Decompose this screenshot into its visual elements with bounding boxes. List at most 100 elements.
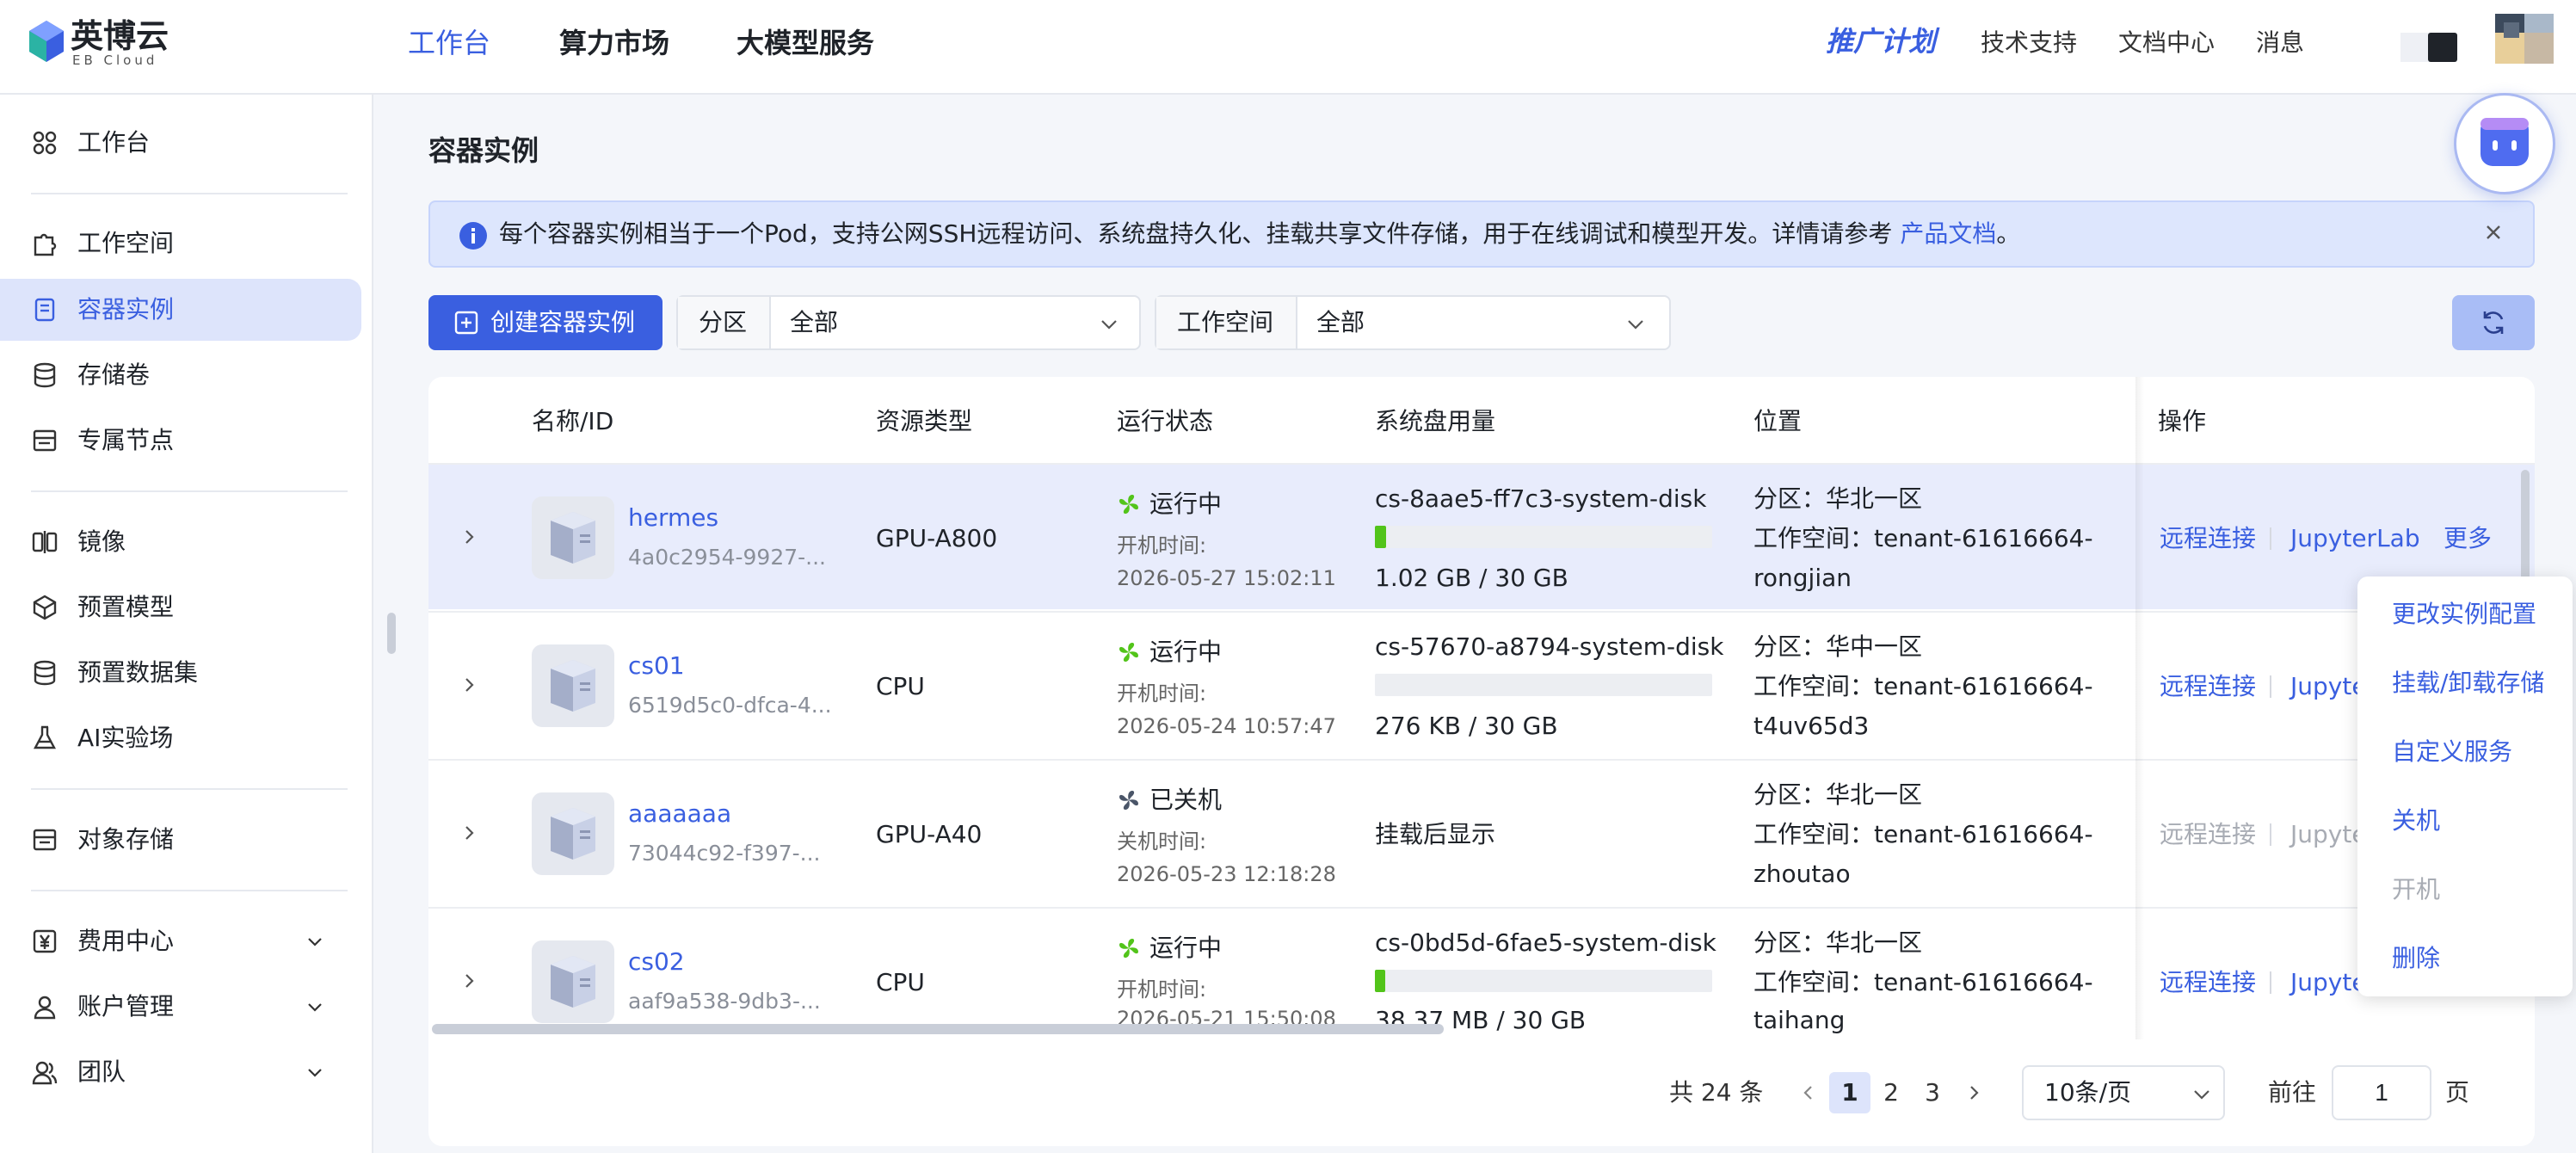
remote-connect-link: 远程连接 [2160, 820, 2257, 848]
sidebar-item-label: AI实验场 [77, 724, 174, 752]
time-value: 2026-05-23 12:18:28 [1117, 862, 1336, 886]
sidebar-item-workbench[interactable]: 工作台 [0, 112, 361, 174]
sidebar-item-account[interactable]: 账户管理 [0, 976, 361, 1038]
yuan-icon [33, 929, 57, 953]
workspace-filter-select[interactable]: 工作空间 全部 [1155, 295, 1671, 350]
page-title: 容器实例 [428, 134, 539, 167]
menu-item-start: 开机 [2392, 875, 2441, 903]
menu-item-delete[interactable]: 删除 [2392, 941, 2440, 976]
chevron-right-icon[interactable] [461, 528, 478, 546]
chevron-right-icon[interactable] [461, 824, 478, 842]
chevron-right-icon[interactable] [461, 972, 478, 990]
zone-text: 分区：华北一区 [1753, 928, 1923, 957]
sidebar-item-billing[interactable]: 费用中心 [0, 910, 361, 972]
container-icon [34, 298, 55, 322]
sidebar-resize-handle[interactable] [387, 613, 396, 654]
nav-workbench[interactable]: 工作台 [408, 24, 490, 62]
jupyterlab-link: Jupyte [2290, 820, 2367, 848]
zone-filter-select[interactable]: 分区 全部 [676, 295, 1141, 350]
chevron-right-icon[interactable] [461, 676, 478, 694]
workspace-name: taihang [1753, 1006, 1846, 1034]
instance-name-link[interactable]: hermes [628, 501, 718, 535]
workspace-name: zhoutao [1753, 860, 1851, 888]
page-size-value: 10条/页 [2044, 1078, 2132, 1107]
sidebar-item-label: 团队 [77, 1057, 126, 1086]
sidebar-item-label: 存储卷 [77, 361, 151, 389]
instance-name-link[interactable]: cs02 [628, 945, 685, 979]
create-instance-button[interactable]: 创建容器实例 [428, 295, 662, 350]
theme-toggle-dark[interactable] [2428, 33, 2457, 62]
resource-type: CPU [876, 968, 925, 996]
zone-text: 分区：华北一区 [1753, 780, 1923, 809]
workspace-name: rongjian [1753, 564, 1852, 592]
flask-icon [34, 725, 56, 749]
col-header-disk: 系统盘用量 [1375, 407, 1496, 435]
jupyterlab-link[interactable]: Jupyte [2290, 965, 2367, 1000]
remote-connect-link[interactable]: 远程连接 [2160, 521, 2256, 556]
more-actions-link[interactable]: 更多 [2444, 521, 2492, 556]
theme-toggle-light[interactable] [2400, 33, 2430, 62]
menu-item-change-config[interactable]: 更改实例配置 [2392, 597, 2536, 632]
status-badge: 运行中 [1117, 635, 1222, 669]
chevron-down-icon [308, 1003, 322, 1012]
sidebar-item-images[interactable]: 镜像 [0, 511, 361, 573]
chevron-right-icon[interactable] [1965, 1084, 1982, 1101]
jupyterlab-link[interactable]: Jupyte [2290, 669, 2367, 704]
disk-name: cs-0bd5d-6fae5-system-disk [1375, 928, 1716, 957]
menu-item-mount-storage[interactable]: 挂载/卸载存储 [2392, 666, 2544, 700]
team-icon [32, 1061, 58, 1085]
page-3-button[interactable]: 3 [1912, 1072, 1953, 1113]
instance-thumbnail [532, 792, 614, 875]
instance-id: 73044c92-f397-... [628, 841, 821, 866]
fixed-column-shadow [2135, 377, 2144, 1039]
nav-llm-service[interactable]: 大模型服务 [736, 24, 874, 62]
sidebar-item-workspace[interactable]: 工作空间 [0, 213, 361, 274]
product-docs-link[interactable]: 产品文档 [1900, 219, 1996, 248]
tech-support-link[interactable]: 技术支持 [1981, 26, 2077, 60]
chevron-left-icon[interactable] [1800, 1084, 1817, 1101]
sidebar-item-object-storage[interactable]: 对象存储 [0, 809, 361, 871]
assistant-bot-button[interactable] [2454, 93, 2555, 194]
sidebar-item-label: 工作台 [77, 128, 151, 157]
robot-icon [2480, 118, 2529, 166]
goto-page-input[interactable] [2332, 1065, 2431, 1120]
chevron-down-icon [308, 938, 322, 946]
status-badge: 运行中 [1117, 487, 1222, 521]
sidebar-item-preset-datasets[interactable]: 预置数据集 [0, 642, 361, 704]
page-size-select[interactable]: 10条/页 [2022, 1065, 2225, 1120]
sidebar-item-dedicated-nodes[interactable]: 专属节点 [0, 410, 361, 472]
nav-compute-market[interactable]: 算力市场 [559, 24, 669, 62]
workspace-name: t4uv65d3 [1753, 712, 1870, 740]
time-label: 开机时间: [1117, 977, 1207, 1002]
sidebar-item-preset-models[interactable]: 预置模型 [0, 576, 361, 638]
create-instance-label: 创建容器实例 [490, 308, 636, 336]
sidebar-item-storage-volumes[interactable]: 存储卷 [0, 344, 361, 406]
menu-item-shutdown[interactable]: 关机 [2392, 804, 2440, 838]
instance-name-link[interactable]: cs01 [628, 649, 685, 683]
instance-name-link[interactable]: aaaaaaa [628, 797, 731, 831]
brand-subtitle: EB Cloud [72, 52, 158, 68]
resource-type: GPU-A40 [876, 820, 983, 848]
close-icon[interactable] [2480, 219, 2507, 246]
menu-item-custom-service[interactable]: 自定义服务 [2392, 735, 2512, 769]
table-horizontal-scrollbar[interactable] [432, 1024, 1444, 1034]
sidebar-item-ai-lab[interactable]: AI实验场 [0, 707, 361, 769]
sidebar-item-label: 账户管理 [77, 992, 175, 1020]
promo-link[interactable]: 推广计划 [1826, 22, 1936, 60]
jupyterlab-link[interactable]: JupyterLab [2290, 521, 2420, 556]
banner-message: 每个容器实例相当于一个Pod，支持公网SSH远程访问、系统盘持久化、挂载共享文件… [499, 219, 2021, 248]
sidebar-divider [31, 193, 348, 194]
sidebar-item-team[interactable]: 团队 [0, 1041, 361, 1103]
sidebar-item-label: 预置数据集 [77, 658, 199, 687]
docs-center-link[interactable]: 文档中心 [2118, 26, 2215, 60]
remote-connect-link[interactable]: 远程连接 [2160, 669, 2256, 704]
avatar[interactable] [2495, 14, 2554, 64]
cube-icon [33, 595, 57, 620]
page-2-button[interactable]: 2 [1870, 1072, 1912, 1113]
remote-connect-link[interactable]: 远程连接 [2160, 965, 2256, 1000]
dataset-icon [34, 660, 56, 686]
refresh-button[interactable] [2452, 295, 2535, 350]
messages-link[interactable]: 消息 [2256, 26, 2304, 60]
sidebar-item-container-instances[interactable]: 容器实例 [0, 279, 361, 341]
page-1-button[interactable]: 1 [1829, 1072, 1870, 1113]
